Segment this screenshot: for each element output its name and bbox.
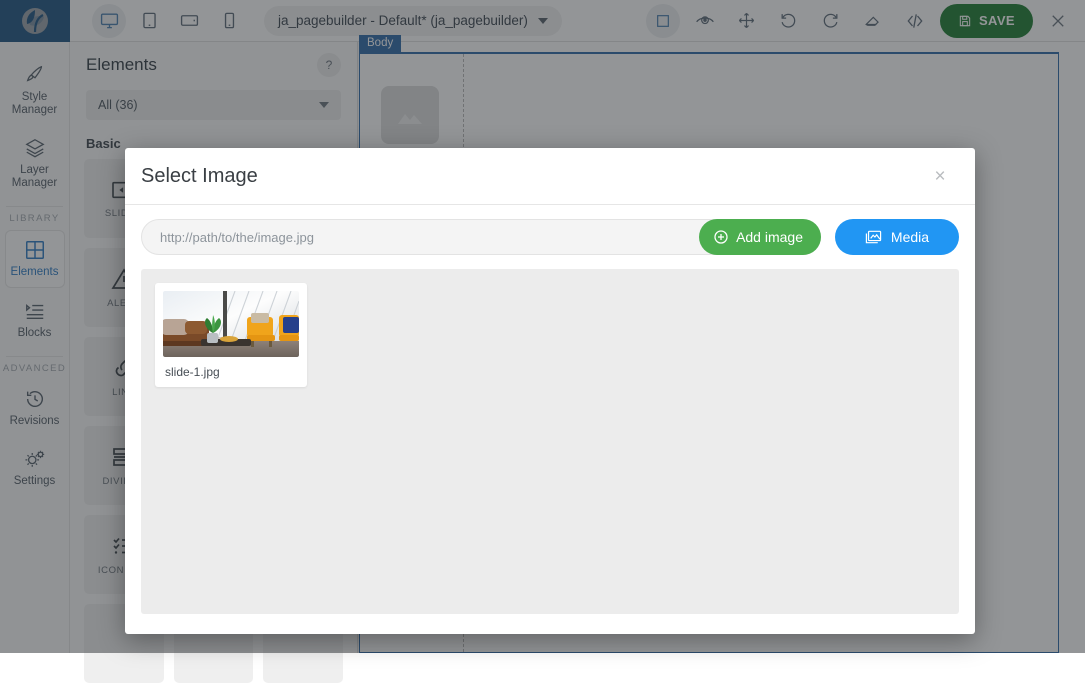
close-icon[interactable]: × (929, 165, 951, 187)
media-button[interactable]: Media (835, 219, 959, 255)
asset-filename: slide-1.jpg (163, 357, 299, 381)
modal-toolbar: Add image Media (125, 205, 975, 269)
modal-title: Select Image (141, 165, 258, 188)
image-url-wrapper: Add image (141, 219, 821, 255)
media-asset-list: slide-1.jpg (141, 269, 959, 614)
media-images-icon (865, 229, 882, 245)
media-label: Media (891, 229, 929, 245)
modal-header: Select Image × (125, 148, 975, 205)
plus-circle-icon (713, 229, 729, 245)
select-image-modal: Select Image × Add image (125, 148, 975, 634)
add-image-label: Add image (736, 229, 803, 245)
add-image-button[interactable]: Add image (699, 219, 821, 255)
media-asset-card[interactable]: slide-1.jpg (155, 283, 307, 387)
asset-thumbnail (163, 291, 299, 357)
